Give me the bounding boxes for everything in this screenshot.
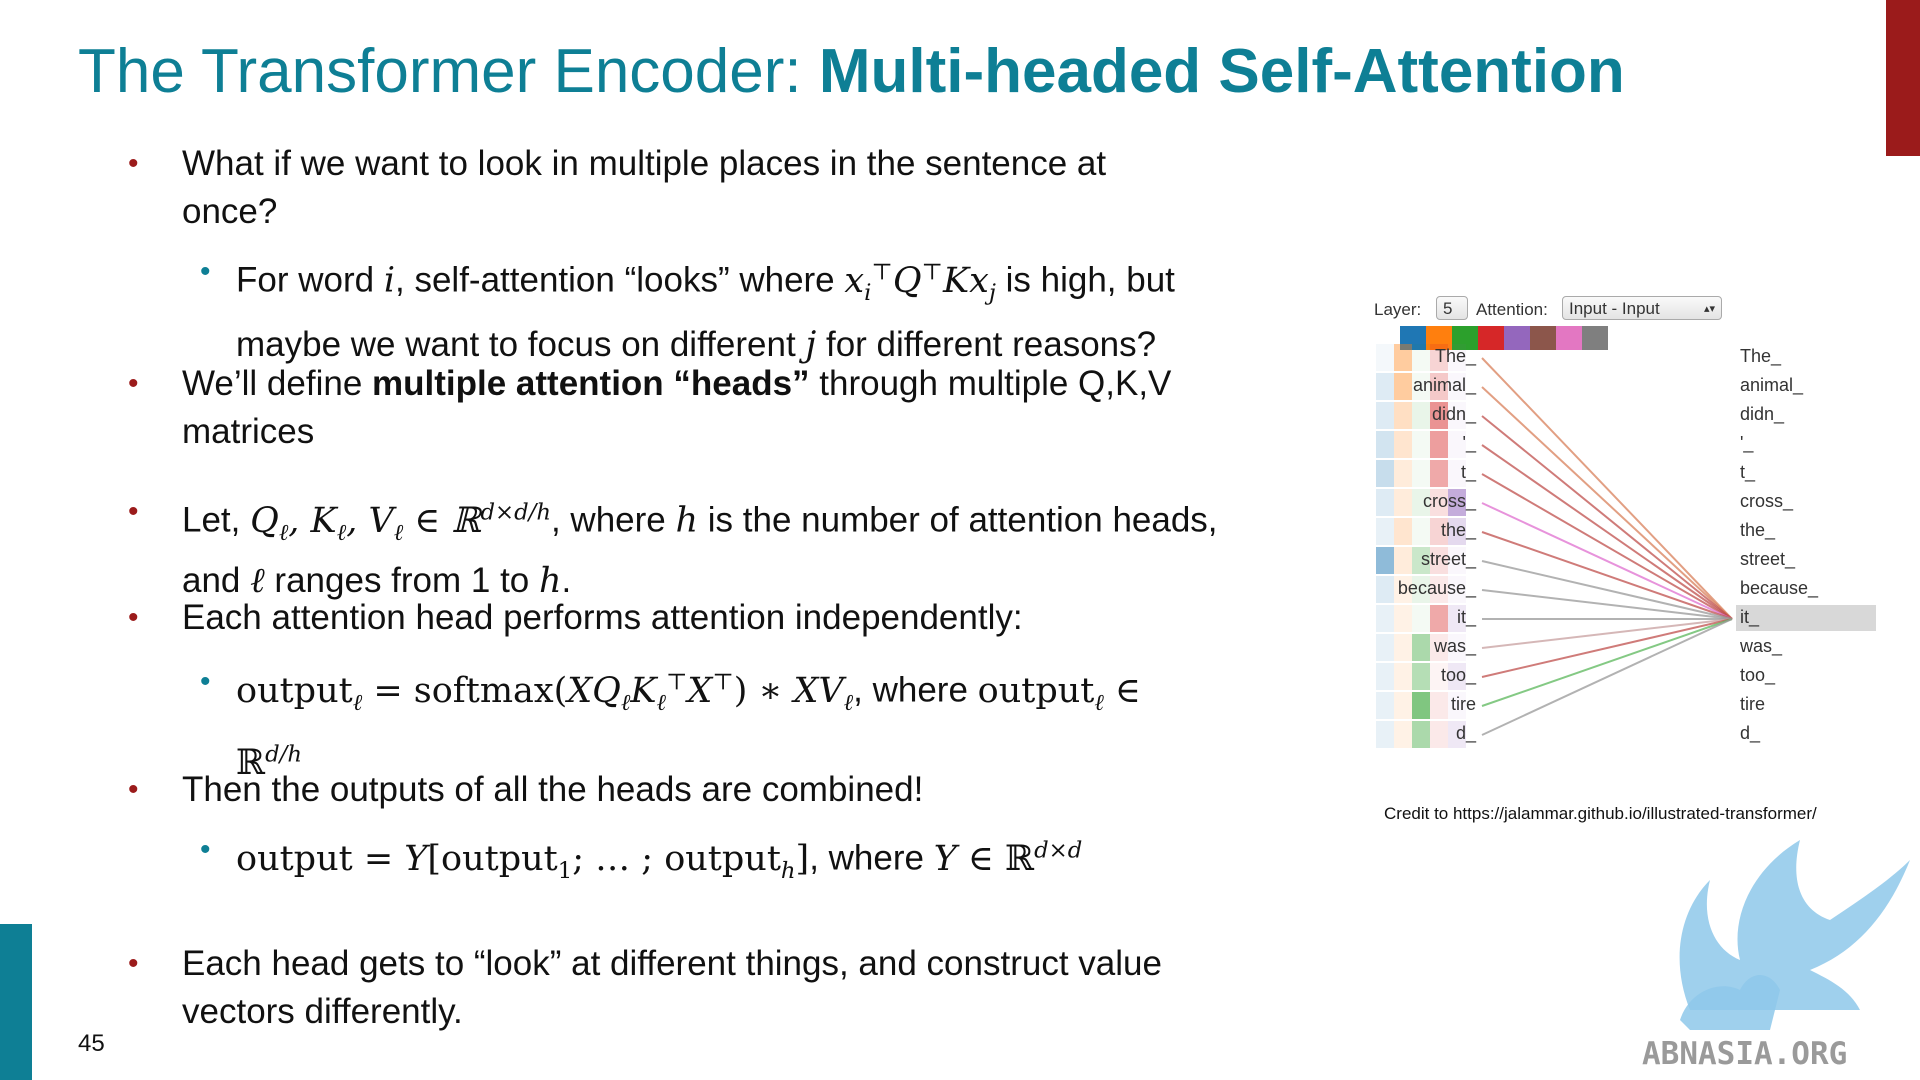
attention-line	[1481, 618, 1733, 736]
target-token[interactable]: was_	[1740, 636, 1782, 657]
attention-line	[1481, 618, 1733, 649]
attention-lines	[1481, 357, 1733, 736]
text-segment: matrices	[182, 412, 315, 451]
math-y-dim: Y ∈ ℝd×d	[933, 837, 1083, 879]
target-token[interactable]: street_	[1740, 549, 1795, 570]
math-j: j	[805, 324, 817, 365]
attention-line	[1481, 618, 1733, 707]
accent-bar-bottom-left	[0, 924, 32, 1080]
attention-line	[1481, 589, 1733, 620]
math-attention-score: xi⊤Q⊤Kxj	[844, 259, 996, 306]
source-token[interactable]: didn_	[1366, 404, 1476, 425]
target-token[interactable]: The_	[1740, 346, 1781, 367]
text-segment: For word	[236, 260, 384, 300]
bullet-dot: •	[128, 601, 139, 634]
text-segment: Let,	[182, 500, 251, 540]
accent-bar-top-right	[1886, 0, 1920, 156]
source-token[interactable]: animal_	[1366, 375, 1476, 396]
attention-line	[1481, 560, 1733, 620]
attention-line	[1481, 386, 1733, 620]
source-token[interactable]: tire	[1366, 694, 1476, 715]
source-token[interactable]: too_	[1366, 665, 1476, 686]
text-segment: vectors differently.	[182, 992, 463, 1031]
text-segment: Each head gets to “look” at different th…	[182, 944, 1162, 983]
target-token[interactable]: animal_	[1740, 375, 1803, 396]
target-token[interactable]: tire	[1740, 694, 1765, 715]
source-token[interactable]: it_	[1366, 607, 1476, 628]
bullet-5-text: Then the outputs of all the heads are co…	[182, 770, 924, 809]
bullet-dot: •	[128, 773, 139, 806]
source-token[interactable]: The_	[1366, 346, 1476, 367]
source-token[interactable]: was_	[1366, 636, 1476, 657]
bold-text: multiple attention “heads”	[372, 364, 810, 403]
sub-bullet-dot: •	[200, 833, 211, 866]
attention-line	[1481, 531, 1733, 620]
page-number: 45	[78, 1030, 105, 1057]
title-bold: Multi-headed Self-Attention	[818, 37, 1625, 106]
bullet-1-line1: What if we want to look in multiple plac…	[182, 144, 1107, 183]
target-token[interactable]: the_	[1740, 520, 1775, 541]
text-segment: , self-attention “looks” where	[395, 260, 845, 300]
math-h: h	[675, 500, 699, 541]
watermark-text: ABNASIA.ORG	[1642, 1036, 1847, 1072]
bullet-dot: •	[128, 495, 139, 528]
slide-title: The Transformer Encoder: Multi-headed Se…	[78, 36, 1625, 107]
math-combine-formula: output = Y[output1; … ; outputh]	[236, 838, 810, 884]
bullet-dot: •	[128, 147, 139, 180]
target-token[interactable]: didn_	[1740, 404, 1784, 425]
bullet-4-text: Each attention head performs attention i…	[182, 598, 1023, 637]
text-segment: through multiple Q,K,V	[809, 364, 1172, 403]
bullet-dot: •	[128, 367, 139, 400]
source-token[interactable]: '_	[1366, 433, 1476, 454]
bullet-1-line2: once?	[182, 192, 278, 231]
math-i: i	[383, 260, 396, 301]
source-token[interactable]: t_	[1366, 462, 1476, 483]
title-prefix: The Transformer Encoder:	[78, 37, 819, 106]
abnasia-watermark-logo: ABNASIA.ORG	[1642, 840, 1910, 1072]
source-token[interactable]: d_	[1366, 723, 1476, 744]
text-segment: , where	[809, 838, 934, 878]
target-token[interactable]: cross_	[1740, 491, 1793, 512]
source-token[interactable]: street_	[1366, 549, 1476, 570]
attention-line	[1481, 502, 1733, 620]
source-token[interactable]: the_	[1366, 520, 1476, 541]
source-token[interactable]: because_	[1366, 578, 1476, 599]
attention-line	[1481, 473, 1733, 620]
target-token[interactable]: because_	[1740, 578, 1818, 599]
text-segment: is high, but	[995, 260, 1175, 300]
attention-line	[1481, 415, 1733, 620]
target-token[interactable]: d_	[1740, 723, 1760, 744]
attention-visualization: Layer: 5 ▴▾ Attention: Input - Input▴▾ T…	[1366, 296, 1882, 796]
source-token[interactable]: cross_	[1366, 491, 1476, 512]
target-token[interactable]: it_	[1740, 607, 1759, 628]
text-segment: We’ll define	[182, 364, 373, 403]
math-output-formula: outputℓ = softmax(XQℓKℓ⊤X⊤) ∗ XVℓ	[236, 669, 854, 716]
attention-line	[1481, 357, 1733, 620]
target-token[interactable]: t_	[1740, 462, 1755, 483]
target-token[interactable]: too_	[1740, 665, 1775, 686]
attention-line	[1481, 444, 1733, 620]
sub-bullet-dot: •	[200, 255, 211, 288]
target-token[interactable]: '_	[1740, 433, 1753, 454]
text-segment: , where	[853, 670, 978, 710]
text-segment: maybe we want to focus on different	[236, 324, 806, 364]
text-segment: for different reasons?	[816, 324, 1157, 364]
text-segment: , where	[550, 500, 676, 540]
math-qkv-def: Qℓ, Kℓ, Vℓ ∈ ℝd×d/h	[250, 499, 551, 546]
text-segment: is the number of attention heads,	[698, 500, 1218, 540]
attention-line	[1481, 618, 1733, 678]
bullet-dot: •	[128, 947, 139, 980]
sub-bullet-dot: •	[200, 665, 211, 698]
